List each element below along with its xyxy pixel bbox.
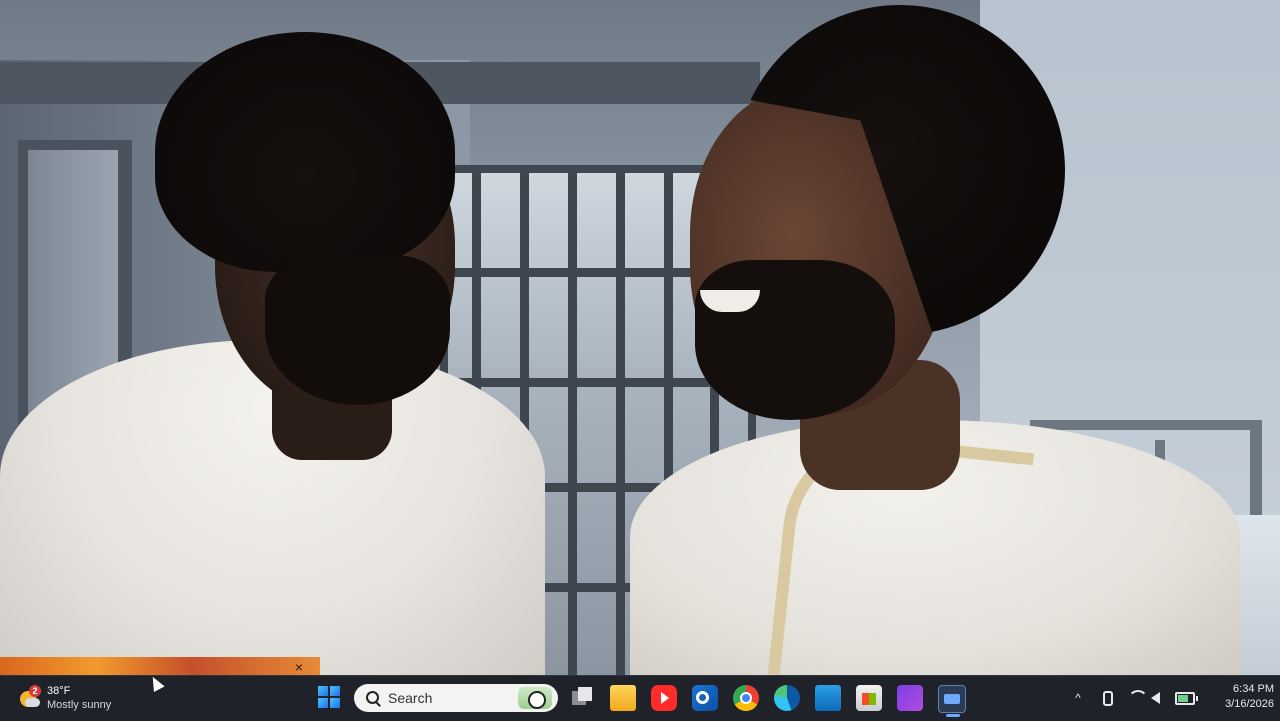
- folder-icon[interactable]: [610, 685, 636, 711]
- panda-icon: [528, 691, 546, 709]
- store-icon[interactable]: [856, 685, 882, 711]
- clipchamp-icon[interactable]: [897, 685, 923, 711]
- windows-logo-tile: [330, 686, 340, 696]
- notification-badge: 2: [29, 685, 41, 697]
- outlook-icon[interactable]: [692, 685, 718, 711]
- youtube-icon[interactable]: [651, 685, 677, 711]
- mic-shape: [1103, 690, 1113, 706]
- show-hidden-icons-chevron-icon[interactable]: ^: [1070, 684, 1086, 712]
- clock-date: 3/16/2026: [1225, 698, 1274, 710]
- bar: [616, 173, 625, 675]
- search-icon: [366, 691, 380, 705]
- video-app-icon[interactable]: [938, 685, 966, 713]
- battery-icon[interactable]: [1175, 684, 1198, 712]
- taskbar-search-box[interactable]: Search: [354, 684, 558, 712]
- weather-condition: Mostly sunny: [47, 699, 112, 711]
- notes-icon[interactable]: [815, 685, 841, 711]
- video-frame[interactable]: [0, 0, 1280, 675]
- weather-temperature: 38°F: [47, 685, 71, 697]
- chrome-icon[interactable]: [733, 685, 759, 711]
- volume-icon[interactable]: [1151, 684, 1169, 712]
- cloud-shape: [25, 698, 40, 707]
- weather-text: 38°F Mostly sunny: [47, 684, 111, 712]
- microphone-icon[interactable]: [1100, 684, 1116, 712]
- windows-logo-tile: [318, 698, 328, 708]
- speaker-shape: [1151, 692, 1160, 704]
- left-person-beard: [265, 255, 450, 405]
- windows-logo-tile: [318, 686, 328, 696]
- battery-outline: [1175, 691, 1198, 705]
- wifi-icon[interactable]: [1128, 684, 1148, 712]
- search-highlight-image: [518, 687, 552, 709]
- left-person-hair: [155, 32, 455, 272]
- wifi-arc: [1128, 690, 1148, 710]
- clock-time: 6:34 PM: [1233, 683, 1274, 695]
- partly-sunny-icon: 2: [18, 685, 41, 709]
- edge-icon[interactable]: [774, 685, 800, 711]
- bar: [448, 378, 748, 387]
- battery-level: [1178, 694, 1188, 702]
- task-view-icon[interactable]: [570, 685, 596, 711]
- widget-notification-banner[interactable]: [0, 657, 320, 675]
- windows-logo-tile: [330, 698, 340, 708]
- active-app-indicator: [946, 714, 960, 717]
- start-button[interactable]: [318, 686, 340, 708]
- weather-widget[interactable]: 2 38°F Mostly sunny: [18, 681, 111, 715]
- search-label: Search: [388, 690, 433, 706]
- system-clock[interactable]: 6:34 PM 3/16/2026: [1204, 682, 1274, 712]
- taskbar: [0, 675, 1280, 721]
- close-icon[interactable]: ×: [290, 660, 308, 674]
- bar: [568, 173, 577, 675]
